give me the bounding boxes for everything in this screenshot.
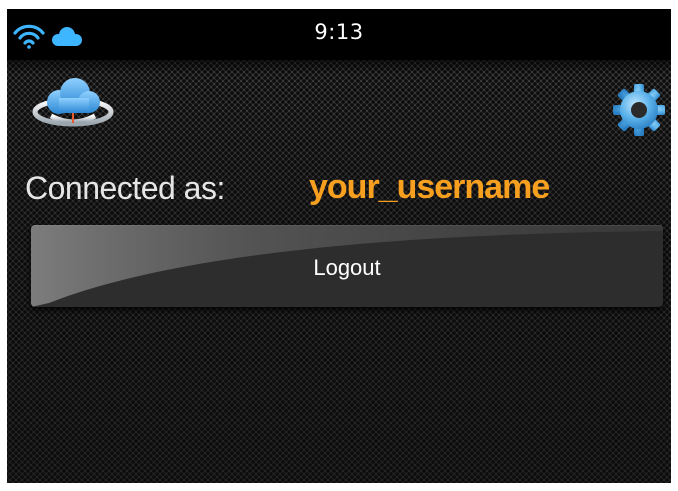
connected-as-label: Connected as: [25,170,225,206]
logout-label: Logout [313,255,381,280]
main-screen: Connected as: your_username Logout [7,60,671,483]
cloud-sync-icon [32,78,114,127]
status-shadow [7,60,671,74]
username-value: your_username [309,168,550,206]
status-bar: 9:13 [7,9,671,60]
device-screen: 9:13 Connected as: your_username Logout [7,9,671,483]
logout-button[interactable]: Logout [31,225,663,307]
status-time: 9:13 [314,20,364,44]
gear-icon [613,84,665,136]
settings-gear-button[interactable] [611,82,667,138]
connection-status: Connected as: your_username [25,168,665,214]
